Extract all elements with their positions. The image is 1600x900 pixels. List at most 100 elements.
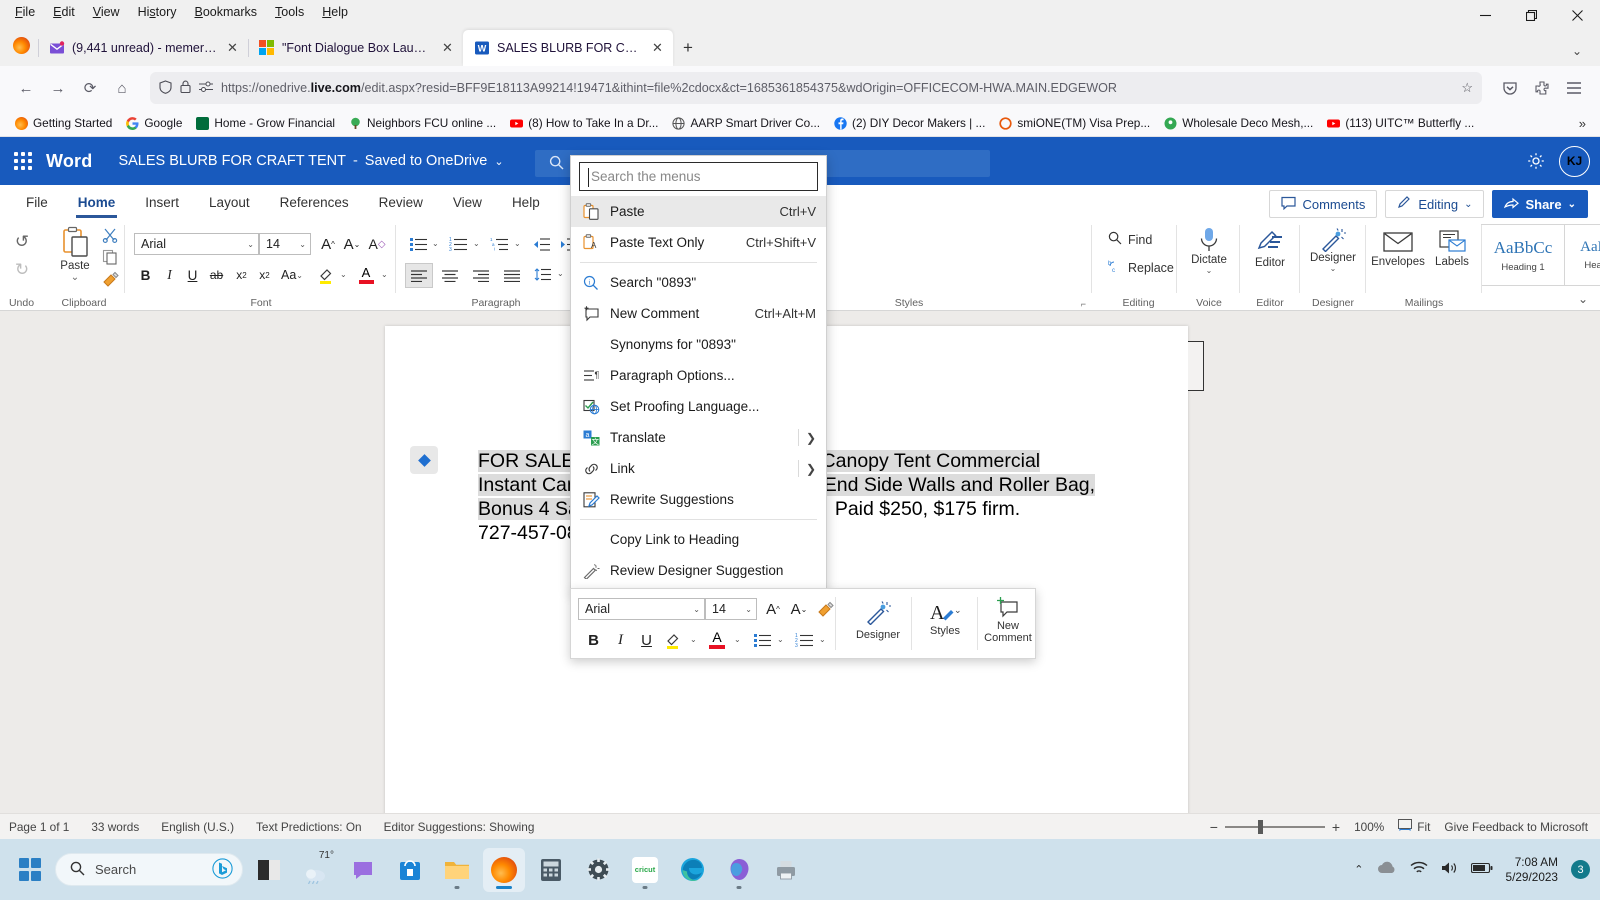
context-item-search[interactable]: i Search "0893"	[571, 267, 826, 298]
chevron-down-icon[interactable]: ⌄	[1206, 266, 1213, 275]
context-item-new-comment[interactable]: New Comment Ctrl+Alt+M	[571, 298, 826, 329]
highlight-button[interactable]	[312, 264, 340, 286]
bookmark-item[interactable]: Neighbors FCU online ...	[342, 114, 503, 132]
browser-tab-2[interactable]: W SALES BLURB FOR CRAFT TENT. ✕	[463, 30, 673, 66]
cut-scissors-icon[interactable]	[99, 225, 121, 245]
tab-help[interactable]: Help	[498, 190, 554, 215]
chevron-down-icon[interactable]: ⌄	[473, 239, 480, 248]
context-item-set-proofing-language[interactable]: Set Proofing Language...	[571, 391, 826, 422]
mini-new-comment-button[interactable]: New Comment	[982, 597, 1034, 644]
zoom-slider[interactable]: − +	[1210, 819, 1340, 835]
strikethrough-button[interactable]: ab	[205, 264, 228, 286]
mini-styles-button[interactable]: A⌄ Styles	[916, 599, 974, 637]
wifi-icon[interactable]	[1410, 861, 1428, 878]
chevron-down-icon[interactable]: ⌄	[432, 239, 439, 248]
reload-button[interactable]: ⟳	[74, 72, 106, 104]
envelopes-button[interactable]: Envelopes	[1370, 230, 1426, 268]
permissions-icon[interactable]	[199, 81, 213, 96]
mini-highlight-button[interactable]	[661, 628, 687, 652]
mini-font-family-combo[interactable]: Arial ⌄	[578, 598, 705, 620]
chevron-down-icon[interactable]: ⌄	[819, 635, 826, 644]
avatar[interactable]: KJ	[1559, 146, 1590, 177]
tray-expand-chevron-icon[interactable]: ⌃	[1354, 863, 1363, 876]
clear-formatting-icon[interactable]: A◇	[365, 233, 389, 255]
format-painter-icon[interactable]	[99, 269, 121, 289]
collapse-ribbon-chevron-icon[interactable]: ⌄	[1578, 292, 1588, 306]
taskbar-search-input[interactable]: Search	[55, 853, 243, 886]
superscript-button[interactable]: x2	[253, 264, 276, 286]
taskbar-clock[interactable]: 7:08 AM 5/29/2023	[1506, 855, 1558, 885]
taskbar-app-printer[interactable]	[765, 848, 807, 892]
redo-arrow-icon[interactable]: ↻	[9, 258, 35, 282]
bookmark-item[interactable]: (113) UITC™ Butterfly ...	[1320, 114, 1481, 132]
mini-bold-button[interactable]: B	[582, 629, 605, 651]
app-launcher-icon[interactable]	[0, 152, 46, 170]
menu-edit[interactable]: Edit	[44, 3, 84, 21]
bookmarks-overflow-icon[interactable]: »	[1579, 116, 1586, 131]
text-predictions-label[interactable]: Text Predictions: On	[256, 820, 362, 834]
chevron-down-icon[interactable]: ⌄	[494, 155, 503, 168]
bookmark-item[interactable]: AARP Smart Driver Co...	[665, 114, 827, 132]
language-label[interactable]: English (U.S.)	[161, 820, 234, 834]
context-item-paragraph-options[interactable]: ¶ Paragraph Options...	[571, 360, 826, 391]
page-side-tab[interactable]	[1188, 341, 1204, 391]
bookmark-item[interactable]: Wholesale Deco Mesh,...	[1157, 114, 1320, 132]
shrink-font-icon[interactable]: A⌄	[340, 233, 364, 255]
labels-button[interactable]: Labels	[1426, 230, 1478, 268]
taskbar-app-firefox[interactable]	[483, 848, 525, 892]
font-size-combo[interactable]: 14 ⌄	[259, 233, 311, 255]
menu-history[interactable]: History	[129, 3, 186, 21]
dictate-button[interactable]: Dictate ⌄	[1184, 226, 1234, 275]
chevron-down-icon[interactable]: ⌄	[734, 635, 741, 644]
mini-grow-font-icon[interactable]: A^	[761, 598, 785, 620]
tab-file[interactable]: File	[12, 190, 62, 215]
multilevel-list-button[interactable]: 1ai	[486, 233, 512, 255]
close-tab-icon[interactable]: ✕	[225, 40, 240, 56]
font-color-button[interactable]: A	[353, 263, 379, 286]
taskbar-app-weather[interactable]: 71°	[295, 848, 337, 892]
editing-mode-button[interactable]: Editing ⌄	[1385, 190, 1484, 218]
bookmark-item[interactable]: (8) How to Take In a Dr...	[503, 114, 665, 132]
taskbar-app-chat[interactable]	[342, 848, 384, 892]
back-button[interactable]: ←	[10, 72, 42, 104]
bold-button[interactable]: B	[134, 264, 157, 286]
menu-help[interactable]: Help	[313, 3, 357, 21]
extension-icon[interactable]	[1526, 72, 1558, 104]
hamburger-menu-icon[interactable]	[1558, 72, 1590, 104]
bookmark-item[interactable]: Home - Grow Financial	[189, 114, 342, 132]
forward-button[interactable]: →	[42, 72, 74, 104]
tab-layout[interactable]: Layout	[195, 190, 264, 215]
numbering-button[interactable]: 123	[445, 233, 471, 255]
taskbar-app-file-explorer-dark[interactable]	[248, 848, 290, 892]
context-item-review-designer-suggestion[interactable]: Review Designer Suggestion	[571, 555, 826, 586]
feedback-link[interactable]: Give Feedback to Microsoft	[1444, 820, 1588, 834]
zoom-level-label[interactable]: 100%	[1354, 820, 1384, 834]
address-bar[interactable]: https://onedrive.live.com/edit.aspx?resi…	[150, 72, 1482, 104]
tab-review[interactable]: Review	[365, 190, 437, 215]
undo-arrow-icon[interactable]: ↺	[9, 230, 35, 254]
align-center-button[interactable]	[436, 263, 464, 288]
close-tab-icon[interactable]: ✕	[650, 40, 665, 56]
share-button[interactable]: Share ⌄	[1492, 190, 1588, 218]
subscript-button[interactable]: x2	[230, 264, 253, 286]
find-button[interactable]: Find	[1108, 231, 1152, 248]
fit-button[interactable]: Fit	[1398, 819, 1430, 834]
justify-button[interactable]	[498, 263, 526, 288]
taskbar-app-file-explorer[interactable]	[436, 848, 478, 892]
mini-shrink-font-icon[interactable]: A⌄	[787, 598, 811, 620]
context-item-rewrite-suggestions[interactable]: Rewrite Suggestions	[571, 484, 826, 515]
designer-button[interactable]: Designer ⌄	[1306, 226, 1360, 273]
chevron-down-icon[interactable]: ⌄	[514, 239, 521, 248]
line-spacing-button[interactable]	[529, 263, 555, 285]
chevron-down-icon[interactable]: ⌄	[690, 635, 697, 644]
pocket-icon[interactable]	[1494, 72, 1526, 104]
close-tab-icon[interactable]: ✕	[440, 40, 455, 56]
document-title-area[interactable]: SALES BLURB FOR CRAFT TENT - Saved to On…	[118, 153, 503, 169]
taskbar-app-edge[interactable]	[671, 848, 713, 892]
cloud-icon[interactable]	[1377, 861, 1397, 878]
context-item-paste[interactable]: Paste Ctrl+V	[571, 196, 826, 227]
mini-font-color-button[interactable]: A	[704, 627, 730, 652]
zoom-track[interactable]	[1225, 826, 1325, 828]
tabstrip-list-chevron-icon[interactable]: ⌄	[1572, 44, 1582, 58]
chevron-down-icon[interactable]: ⌄	[71, 272, 79, 283]
